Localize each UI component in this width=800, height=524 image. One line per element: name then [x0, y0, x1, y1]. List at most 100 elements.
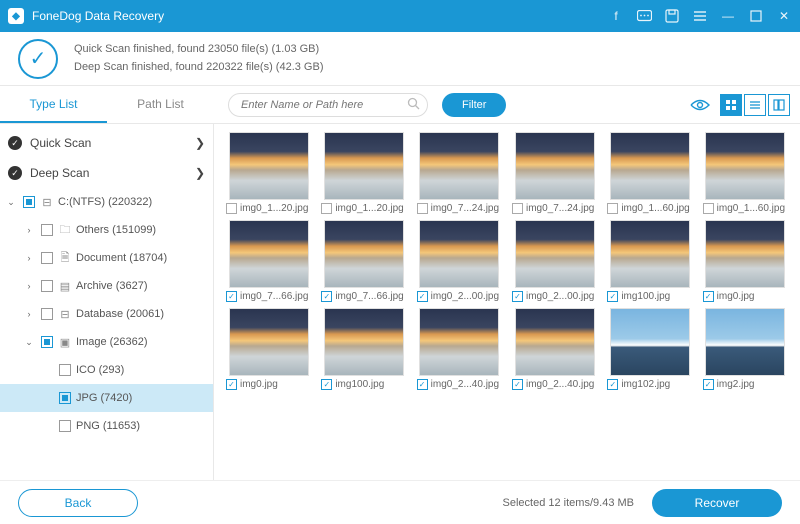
expand-icon[interactable]: ⌄ — [4, 197, 18, 208]
view-detail-button[interactable] — [768, 94, 790, 116]
item-checkbox[interactable]: ✓ — [703, 379, 714, 390]
checkbox[interactable] — [59, 420, 71, 432]
tab-type-list[interactable]: Type List — [0, 87, 107, 123]
grid-item[interactable]: ✓img0_2...00.jpg — [512, 220, 597, 302]
checkbox[interactable] — [41, 252, 53, 264]
minimize-icon[interactable]: — — [720, 8, 736, 24]
checkbox[interactable] — [59, 364, 71, 376]
grid-item[interactable]: ✓img0.jpg — [226, 308, 311, 390]
filter-button[interactable]: Filter — [442, 93, 506, 117]
sidebar-deep-scan[interactable]: ✓ Deep Scan ❯ — [0, 158, 213, 188]
thumbnail-image — [515, 132, 595, 200]
image-icon: ▣ — [58, 336, 72, 349]
thumbnail-image — [515, 308, 595, 376]
save-icon[interactable] — [664, 8, 680, 24]
filename: img100.jpg — [621, 291, 692, 302]
item-checkbox[interactable]: ✓ — [417, 379, 428, 390]
thumbnail-image — [324, 220, 404, 288]
back-button[interactable]: Back — [18, 489, 138, 517]
item-checkbox[interactable]: ✓ — [226, 291, 237, 302]
thumbnail-image — [229, 308, 309, 376]
search-input[interactable] — [228, 93, 428, 117]
grid-item[interactable]: img0_1...60.jpg — [607, 132, 692, 214]
checkbox[interactable] — [41, 224, 53, 236]
checkbox[interactable] — [41, 280, 53, 292]
expand-icon[interactable]: › — [22, 253, 36, 263]
checkbox[interactable] — [23, 196, 35, 208]
filename: img0_2...40.jpg — [431, 379, 502, 390]
grid-item[interactable]: img0_1...60.jpg — [703, 132, 788, 214]
chevron-right-icon: ❯ — [195, 136, 205, 150]
grid-item[interactable]: img0_1...20.jpg — [226, 132, 311, 214]
grid-item[interactable]: ✓img0.jpg — [703, 220, 788, 302]
tree-node-database[interactable]: › ⊟ Database (20061) — [0, 300, 213, 328]
expand-icon[interactable]: › — [22, 309, 36, 319]
item-checkbox[interactable]: ✓ — [607, 291, 618, 302]
grid-item[interactable]: ✓img0_2...00.jpg — [417, 220, 502, 302]
sidebar-quick-scan[interactable]: ✓ Quick Scan ❯ — [0, 128, 213, 158]
facebook-icon[interactable]: f — [608, 8, 624, 24]
search-icon[interactable] — [407, 97, 420, 110]
item-checkbox[interactable]: ✓ — [512, 291, 523, 302]
quick-scan-status: Quick Scan finished, found 23050 file(s)… — [74, 41, 323, 59]
thumbnail-image — [324, 132, 404, 200]
expand-icon[interactable]: › — [22, 225, 36, 235]
item-checkbox[interactable]: ✓ — [512, 379, 523, 390]
item-checkbox[interactable] — [512, 203, 523, 214]
checkbox[interactable] — [59, 392, 71, 404]
checkbox[interactable] — [41, 308, 53, 320]
item-checkbox[interactable]: ✓ — [607, 379, 618, 390]
tree-node-archive[interactable]: › ▤ Archive (3627) — [0, 272, 213, 300]
collapse-icon[interactable]: ⌄ — [22, 337, 36, 348]
view-list-button[interactable] — [744, 94, 766, 116]
thumbnail-image — [705, 220, 785, 288]
grid-item[interactable]: ✓img100.jpg — [321, 308, 406, 390]
menu-icon[interactable] — [692, 8, 708, 24]
filename: img0.jpg — [717, 291, 788, 302]
item-checkbox[interactable] — [321, 203, 332, 214]
expand-icon[interactable]: › — [22, 281, 36, 291]
grid-item[interactable]: ✓img0_7...66.jpg — [321, 220, 406, 302]
item-checkbox[interactable] — [607, 203, 618, 214]
item-checkbox[interactable]: ✓ — [321, 379, 332, 390]
tree-node-drive[interactable]: ⌄ ⊟ C:(NTFS) (220322) — [0, 188, 213, 216]
maximize-icon[interactable] — [748, 8, 764, 24]
tab-path-list[interactable]: Path List — [107, 87, 214, 123]
item-checkbox[interactable]: ✓ — [417, 291, 428, 302]
grid-item[interactable]: ✓img100.jpg — [607, 220, 692, 302]
feedback-icon[interactable] — [636, 8, 652, 24]
checkbox[interactable] — [41, 336, 53, 348]
grid-item[interactable]: img0_7...24.jpg — [417, 132, 502, 214]
tree-node-image[interactable]: ⌄ ▣ Image (26362) — [0, 328, 213, 356]
item-checkbox[interactable]: ✓ — [226, 379, 237, 390]
title-bar: ◆ FoneDog Data Recovery f — ✕ — [0, 0, 800, 32]
grid-item[interactable]: ✓img102.jpg — [607, 308, 692, 390]
item-checkbox[interactable] — [226, 203, 237, 214]
filename: img0_1...60.jpg — [717, 203, 788, 214]
thumbnail-image — [705, 308, 785, 376]
grid-item[interactable]: img0_7...24.jpg — [512, 132, 597, 214]
thumbnail-image — [610, 132, 690, 200]
item-checkbox[interactable]: ✓ — [703, 291, 714, 302]
tree-node-ico[interactable]: ICO (293) — [0, 356, 213, 384]
recover-button[interactable]: Recover — [652, 489, 782, 517]
item-checkbox[interactable] — [417, 203, 428, 214]
filename: img0_7...24.jpg — [526, 203, 597, 214]
grid-item[interactable]: ✓img0_2...40.jpg — [417, 308, 502, 390]
close-icon[interactable]: ✕ — [776, 8, 792, 24]
tree-node-png[interactable]: PNG (11653) — [0, 412, 213, 440]
preview-eye-icon[interactable] — [690, 98, 710, 112]
tree-node-document[interactable]: › 🗎 Document (18704) — [0, 244, 213, 272]
grid-item[interactable]: ✓img2.jpg — [703, 308, 788, 390]
filename: img0_1...20.jpg — [240, 203, 311, 214]
folder-icon: 🗀 — [58, 221, 72, 240]
tree-node-others[interactable]: › 🗀 Others (151099) — [0, 216, 213, 244]
item-checkbox[interactable] — [703, 203, 714, 214]
filename: img0.jpg — [240, 379, 311, 390]
view-grid-button[interactable] — [720, 94, 742, 116]
grid-item[interactable]: ✓img0_7...66.jpg — [226, 220, 311, 302]
tree-node-jpg[interactable]: JPG (7420) — [0, 384, 213, 412]
item-checkbox[interactable]: ✓ — [321, 291, 332, 302]
grid-item[interactable]: img0_1...20.jpg — [321, 132, 406, 214]
grid-item[interactable]: ✓img0_2...40.jpg — [512, 308, 597, 390]
